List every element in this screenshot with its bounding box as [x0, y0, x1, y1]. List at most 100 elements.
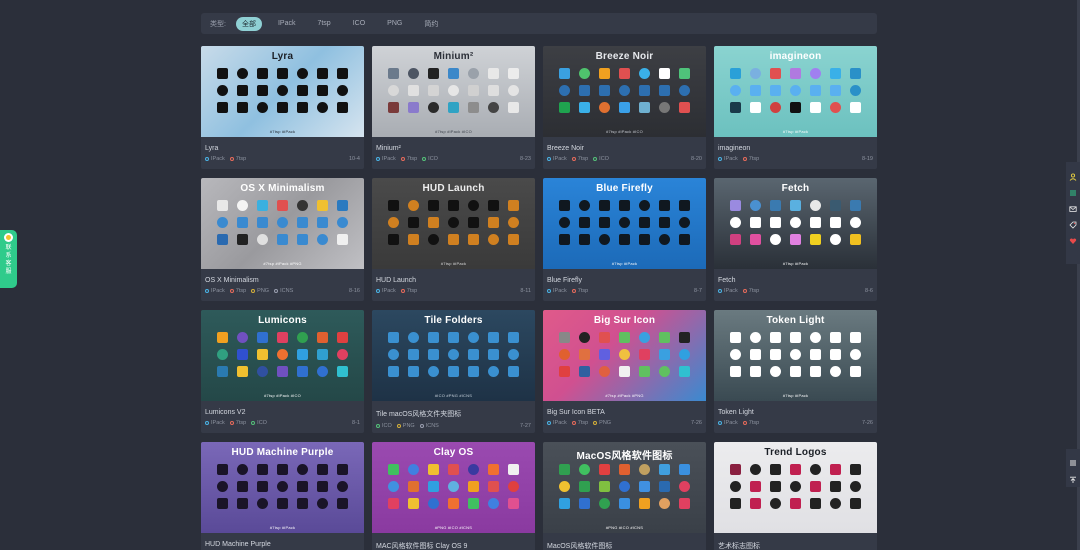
- preview-icon: [770, 217, 782, 228]
- card-title[interactable]: Lyra: [201, 137, 364, 152]
- card-title[interactable]: HUD Launch: [372, 269, 535, 284]
- format-tag[interactable]: 7tsp: [229, 420, 246, 426]
- icon-pack-card[interactable]: imagineon #7tsp #iPack imagineon IPack 7tsp 8…: [714, 46, 877, 169]
- icon-pack-card[interactable]: Minium² #7tsp #iPack #ICO Minium² IPack 7tsp…: [372, 46, 535, 169]
- card-thumbnail[interactable]: Lumicons #7tsp #iPack #ICO: [201, 310, 364, 401]
- back-to-top-icon[interactable]: [1069, 471, 1077, 483]
- card-title[interactable]: Breeze Noir: [543, 137, 706, 152]
- format-tag[interactable]: IPack: [547, 288, 567, 294]
- card-thumbnail[interactable]: Trend Logos: [714, 442, 877, 533]
- icon-pack-card[interactable]: OS X Minimalism #7tsp #iPack #PNG OS X Min…: [201, 178, 364, 301]
- format-tag[interactable]: PNG: [251, 288, 269, 294]
- format-tag[interactable]: 7tsp: [742, 420, 759, 426]
- format-tag[interactable]: 7tsp: [571, 288, 588, 294]
- tag-label: ICO: [428, 156, 438, 162]
- mail-icon[interactable]: [1069, 200, 1077, 212]
- format-tag[interactable]: IPack: [718, 420, 738, 426]
- card-title[interactable]: HUD Machine Purple: [201, 533, 364, 548]
- icon-pack-card[interactable]: Clay OS #PNG #ICO #ICNS MAC风格软件图标 Clay OS …: [372, 442, 535, 550]
- tag-dot-icon: [251, 421, 256, 425]
- icon-pack-card[interactable]: Blue Firefly #7tsp #iPack Blue Firefly IPac…: [543, 178, 706, 301]
- format-tag[interactable]: ICNS: [419, 423, 439, 429]
- card-thumbnail[interactable]: OS X Minimalism #7tsp #iPack #PNG: [201, 178, 364, 269]
- card-title[interactable]: Lumicons V2: [201, 401, 364, 416]
- card-thumbnail[interactable]: Tile Folders #ICO #PNG #ICNS: [372, 310, 535, 401]
- card-thumbnail[interactable]: Big Sur Icon #7tsp #iPack #PNG: [543, 310, 706, 401]
- card-thumbnail[interactable]: Lyra #7tsp #iPack: [201, 46, 364, 137]
- card-title[interactable]: Token Light: [714, 401, 877, 416]
- icon-pack-card[interactable]: Fetch #7tsp #iPack Fetch IPack 7tsp 8-6: [714, 178, 877, 301]
- card-title[interactable]: Blue Firefly: [543, 269, 706, 284]
- format-tag[interactable]: 7tsp: [229, 156, 246, 162]
- format-tag[interactable]: ICO: [376, 423, 392, 429]
- format-tag[interactable]: 7tsp: [400, 288, 417, 294]
- card-thumbnail[interactable]: Clay OS #PNG #ICO #ICNS: [372, 442, 535, 533]
- icon-pack-card[interactable]: Lumicons #7tsp #iPack #ICO Lumicons V2 IPac…: [201, 310, 364, 433]
- preview-icon: [217, 102, 229, 113]
- icon-pack-card[interactable]: Token Light #7tsp #iPack Token Light IPack 7…: [714, 310, 877, 433]
- format-tag[interactable]: IPack: [205, 420, 225, 426]
- icon-pack-card[interactable]: MacOS风格软件图标 #PNG #ICO #ICNS MacOS风格软件图标: [543, 442, 706, 550]
- filter-option-ico[interactable]: ICO: [347, 18, 371, 29]
- format-tag[interactable]: 7tsp: [571, 156, 588, 162]
- card-thumbnail[interactable]: Fetch #7tsp #iPack: [714, 178, 877, 269]
- icon-pack-card[interactable]: Big Sur Icon #7tsp #iPack #PNG Big Sur Ico…: [543, 310, 706, 433]
- icon-pack-card[interactable]: HUD Machine Purple #7tsp #iPack HUD Machin…: [201, 442, 364, 550]
- card-thumbnail[interactable]: HUD Machine Purple #7tsp #iPack: [201, 442, 364, 533]
- format-tag[interactable]: 7tsp: [742, 156, 759, 162]
- card-thumbnail[interactable]: Breeze Noir #7tsp #iPack #ICO: [543, 46, 706, 137]
- contact-support-tab[interactable]: 联系客服: [0, 230, 17, 288]
- format-tag[interactable]: ICO: [593, 156, 609, 162]
- format-tag[interactable]: ICO: [422, 156, 438, 162]
- format-tag[interactable]: IPack: [547, 156, 567, 162]
- icon-pack-card[interactable]: HUD Launch #7tsp #iPack HUD Launch IPack 7ts…: [372, 178, 535, 301]
- filter-option-all[interactable]: 全部: [235, 16, 262, 31]
- format-tag[interactable]: PNG: [396, 423, 415, 429]
- icon-pack-card[interactable]: Breeze Noir #7tsp #iPack #ICO Breeze Noir I…: [543, 46, 706, 169]
- format-tag[interactable]: IPack: [376, 288, 396, 294]
- list-icon[interactable]: [1069, 454, 1077, 466]
- tag-icon[interactable]: [1069, 216, 1077, 229]
- layers-icon[interactable]: [1069, 184, 1077, 196]
- filter-option-png[interactable]: PNG: [381, 18, 408, 29]
- format-tag[interactable]: 7tsp: [400, 156, 417, 162]
- format-tag[interactable]: IPack: [205, 288, 225, 294]
- card-title[interactable]: Big Sur Icon BETA: [543, 401, 706, 416]
- card-thumbnail[interactable]: Blue Firefly #7tsp #iPack: [543, 178, 706, 269]
- format-tag[interactable]: IPack: [718, 288, 738, 294]
- card-title[interactable]: MAC风格软件图标 Clay OS 9: [372, 533, 535, 550]
- preview-icon: [447, 85, 459, 96]
- format-tag[interactable]: IPack: [547, 420, 567, 426]
- icon-pack-card[interactable]: Trend Logos 艺术标志图标: [714, 442, 877, 550]
- format-tag[interactable]: 7tsp: [229, 288, 246, 294]
- card-title[interactable]: Tile macOS风格文件夹图标: [372, 401, 535, 419]
- card-title[interactable]: OS X Minimalism: [201, 269, 364, 284]
- card-title[interactable]: Minium²: [372, 137, 535, 152]
- user-icon[interactable]: [1069, 168, 1077, 181]
- icon-pack-card[interactable]: Tile Folders #ICO #PNG #ICNS Tile macOS风格文…: [372, 310, 535, 433]
- preview-icon: [388, 349, 400, 360]
- format-tag[interactable]: IPack: [205, 156, 225, 162]
- format-tag[interactable]: ICO: [251, 420, 267, 426]
- card-thumbnail[interactable]: imagineon #7tsp #iPack: [714, 46, 877, 137]
- heart-icon[interactable]: [1069, 232, 1077, 244]
- icon-pack-card[interactable]: Lyra #7tsp #iPack Lyra IPack 7tsp 10-4: [201, 46, 364, 169]
- card-thumbnail[interactable]: Token Light #7tsp #iPack: [714, 310, 877, 401]
- filter-option-ipack[interactable]: IPack: [272, 18, 302, 29]
- card-title[interactable]: Fetch: [714, 269, 877, 284]
- card-title[interactable]: 艺术标志图标: [714, 533, 877, 550]
- format-tag[interactable]: 7tsp: [571, 420, 588, 426]
- format-tag[interactable]: ICNS: [274, 288, 293, 294]
- preview-icon: [487, 85, 499, 96]
- format-tag[interactable]: IPack: [718, 156, 738, 162]
- card-title[interactable]: imagineon: [714, 137, 877, 152]
- card-thumbnail[interactable]: MacOS风格软件图标 #PNG #ICO #ICNS: [543, 442, 706, 533]
- format-tag[interactable]: 7tsp: [742, 288, 759, 294]
- format-tag[interactable]: IPack: [376, 156, 396, 162]
- format-tag[interactable]: PNG: [593, 420, 611, 426]
- filter-option-simple[interactable]: 简约: [418, 17, 444, 31]
- card-thumbnail[interactable]: HUD Launch #7tsp #iPack: [372, 178, 535, 269]
- card-thumbnail[interactable]: Minium² #7tsp #iPack #ICO: [372, 46, 535, 137]
- filter-option-7tsp[interactable]: 7tsp: [311, 18, 336, 29]
- card-title[interactable]: MacOS风格软件图标: [543, 533, 706, 550]
